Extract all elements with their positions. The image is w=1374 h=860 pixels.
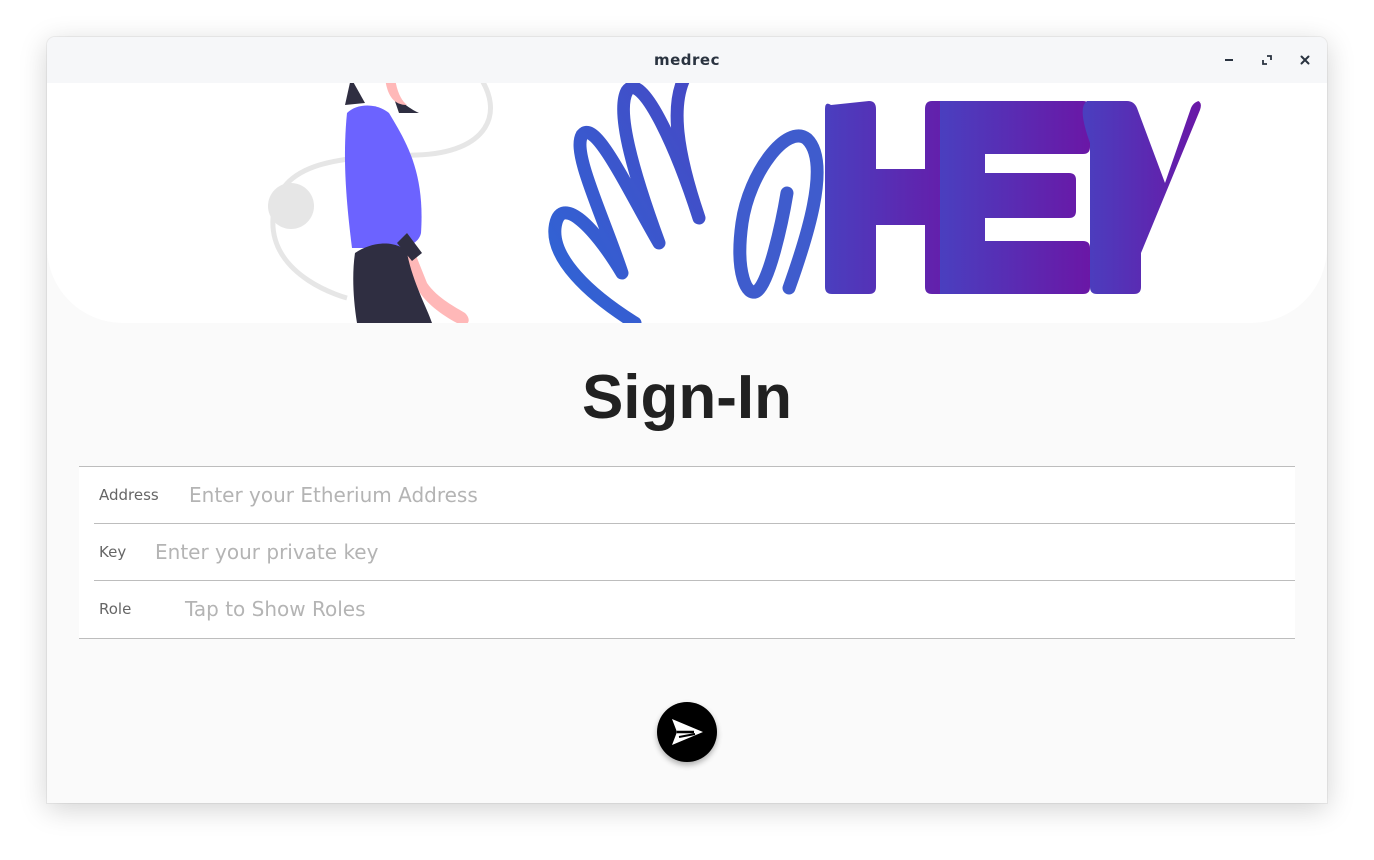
woman-figure: [344, 83, 469, 323]
app-window: medrec Sign-In Address Enter your Etheri…: [47, 37, 1327, 803]
address-label: Address: [99, 486, 159, 504]
address-row: Address: [94, 467, 1295, 524]
minimize-icon: [1225, 59, 1233, 61]
role-selector[interactable]: Tap to Show Roles: [185, 581, 366, 637]
close-icon: [1300, 55, 1310, 65]
address-input[interactable]: [189, 467, 1289, 523]
hey-logo: [825, 101, 1201, 294]
private-key-input[interactable]: [155, 524, 1285, 580]
key-label: Key: [99, 543, 127, 561]
maximize-icon: [1262, 55, 1272, 65]
window-title: medrec: [653, 51, 720, 69]
close-button[interactable]: [1295, 50, 1315, 70]
banner-illustration: [268, 83, 1201, 323]
waving-hand-scribble: [548, 83, 706, 323]
maximize-button[interactable]: [1257, 50, 1277, 70]
hand-loop-scribble: [733, 129, 824, 299]
role-row[interactable]: Role Tap to Show Roles: [94, 581, 1295, 637]
minimize-button[interactable]: [1219, 50, 1239, 70]
role-label: Role: [99, 600, 132, 618]
page-title: Sign-In: [581, 363, 793, 432]
decorative-circle: [268, 183, 314, 229]
key-row: Key: [94, 524, 1295, 581]
title-bar[interactable]: medrec: [47, 37, 1327, 84]
hey-banner: [47, 83, 1327, 323]
send-icon: [672, 719, 703, 745]
submit-button[interactable]: [657, 702, 717, 762]
sign-in-form: Address Key Role Tap to Show Roles: [79, 466, 1295, 639]
